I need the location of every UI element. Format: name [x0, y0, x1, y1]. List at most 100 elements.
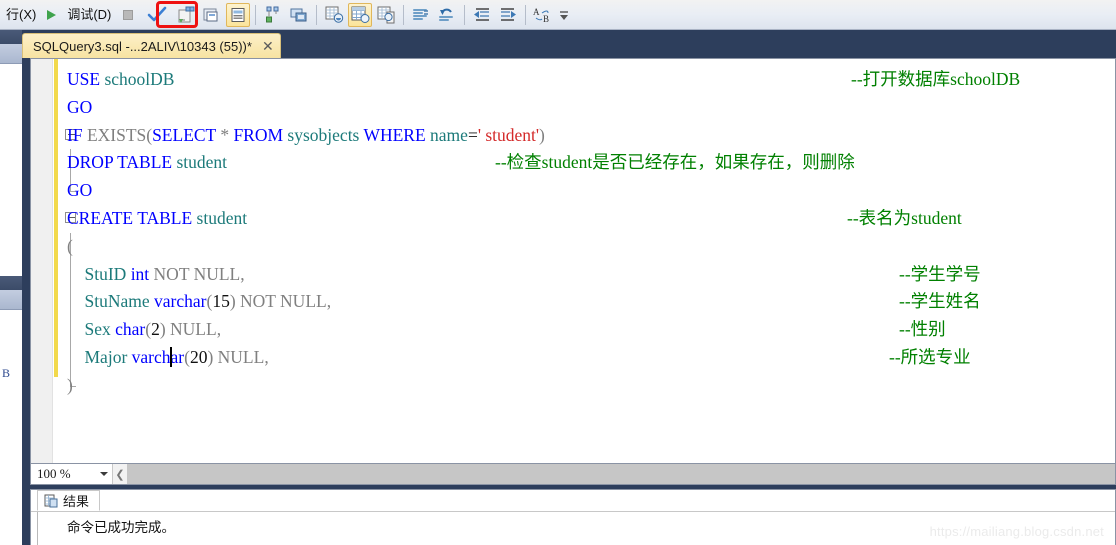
- left-dock-strip: B: [0, 30, 22, 545]
- code-line[interactable]: (: [61, 232, 1111, 261]
- code-line-text: Major varchar(20) NULL,: [84, 346, 269, 367]
- display-estimated-plan-icon[interactable]: [174, 3, 198, 27]
- code-line[interactable]: GO: [61, 177, 1111, 205]
- actual-plan-icon: [266, 6, 279, 22]
- code-line-text: GO: [67, 96, 93, 117]
- document-tab-title: SQLQuery3.sql -...2ALIV\10343 (55))*: [33, 38, 252, 54]
- left-strip-letter: B: [2, 366, 11, 380]
- plan-diagram-icon: [178, 6, 195, 23]
- results-to-text-2-icon[interactable]: [322, 3, 346, 27]
- include-client-stats-icon[interactable]: [287, 3, 311, 27]
- check-mark-icon: [148, 6, 167, 21]
- dock-tab-bottom[interactable]: [0, 290, 22, 310]
- editor-indicator-margin: [31, 59, 53, 463]
- chevron-down-icon: [100, 472, 108, 476]
- uncomment-lines-glyph-icon: [439, 8, 454, 21]
- code-line[interactable]: Sex char(2) NULL, --性别: [61, 316, 1111, 344]
- horizontal-scrollbar[interactable]: [127, 464, 1115, 484]
- stop-square-icon: [123, 9, 134, 20]
- editor-window: SQLQuery3.sql -...2ALIV\10343 (55))* ✕ U…: [22, 30, 1116, 545]
- comment-lines-glyph-icon: [413, 8, 429, 20]
- code-line[interactable]: Major varchar(20) NULL, --所选专业: [61, 343, 1111, 372]
- query-options-icon[interactable]: [200, 3, 224, 27]
- sql-code-lines: USE schoolDB --打开数据库schoolDB GO IF EXISTS(S…: [61, 66, 1111, 400]
- code-line-text: ): [67, 374, 73, 395]
- code-line[interactable]: IF EXISTS(SELECT * FROM sysobjects WHERE…: [61, 122, 1111, 150]
- toolbar-separator: [255, 4, 257, 25]
- play-triangle-icon: [47, 9, 57, 20]
- tab-results[interactable]: 结果: [37, 490, 101, 511]
- parse-check-icon[interactable]: [142, 3, 172, 27]
- ssms-window: 行(X) 调试(D) A B B SQLQuery3.sql -...2ALIV…: [0, 0, 1116, 545]
- code-line[interactable]: CREATE TABLE student --表名为student: [61, 205, 1111, 233]
- svg-text:A: A: [533, 7, 540, 17]
- sort-icon[interactable]: A B: [531, 3, 555, 27]
- code-line-text: DROP TABLE student: [67, 152, 228, 173]
- sql-code-editor[interactable]: USE schoolDB --打开数据库schoolDB GO IF EXISTS(S…: [30, 58, 1116, 463]
- scroll-left-arrow-icon[interactable]: ❮: [113, 468, 127, 481]
- stop-icon[interactable]: [116, 3, 140, 27]
- zoom-level-value: 100 %: [37, 466, 71, 481]
- code-line-text: StuID int NOT NULL,: [84, 263, 245, 284]
- results-to-file-icon[interactable]: [374, 3, 398, 27]
- toolbar-separator: [403, 4, 405, 25]
- results-grid-icon: [44, 494, 58, 507]
- editor-zoom-bar: 100 % ❮: [30, 463, 1116, 485]
- code-comment: --性别: [899, 319, 946, 340]
- dock-tab-header-top[interactable]: [0, 30, 22, 44]
- include-actual-plan-icon[interactable]: [261, 3, 285, 27]
- increase-indent-icon[interactable]: [496, 3, 520, 27]
- code-line-text: GO: [67, 180, 93, 201]
- code-line-text: IF EXISTS(SELECT * FROM sysobjects WHERE…: [67, 124, 545, 145]
- document-tab-sqlquery3[interactable]: SQLQuery3.sql -...2ALIV\10343 (55))* ✕: [22, 33, 281, 58]
- editor-change-bar: [54, 59, 58, 377]
- code-line[interactable]: ): [61, 371, 1111, 400]
- code-comment: --学生学号: [899, 263, 981, 284]
- sort-ab-glyph-icon: A B: [533, 7, 549, 23]
- dock-tab-header-bottom[interactable]: [0, 276, 22, 290]
- code-line-text: (: [67, 235, 73, 256]
- toolbar-separator: [525, 4, 527, 25]
- grid-sheet-icon: [351, 6, 370, 23]
- code-line-text: USE schoolDB: [67, 69, 175, 89]
- code-comment: --打开数据库schoolDB: [851, 69, 1021, 89]
- menu-run[interactable]: 行(X): [2, 1, 40, 29]
- code-comment: --所选专业: [889, 346, 971, 367]
- grid-text-icon: [325, 6, 344, 23]
- text-sheet-icon: [231, 7, 245, 22]
- indent-glyph-icon: [501, 7, 517, 21]
- results-tabstrip: 结果: [31, 490, 1115, 512]
- code-comment: --学生姓名: [899, 291, 981, 312]
- code-line-text: Sex char(2) NULL,: [84, 319, 222, 340]
- menu-debug[interactable]: 调试(D): [63, 1, 115, 29]
- run-play-icon[interactable]: [40, 9, 63, 21]
- dock-tab-top[interactable]: [0, 44, 22, 64]
- code-line[interactable]: StuID int NOT NULL, --学生学号: [61, 260, 1111, 289]
- code-comment: --检查student是否已经存在，如果存在，则删除: [495, 152, 855, 173]
- results-to-text-icon[interactable]: [226, 2, 251, 27]
- decrease-indent-icon[interactable]: [470, 3, 494, 27]
- code-line[interactable]: DROP TABLE student --检查student是否已经存在，如果存在…: [61, 149, 1111, 178]
- uncomment-lines-icon[interactable]: [435, 3, 459, 27]
- tab-results-label: 结果: [63, 494, 90, 509]
- comment-lines-icon[interactable]: [409, 3, 433, 27]
- file-results-icon: [377, 6, 395, 23]
- zoom-level-dropdown[interactable]: 100 %: [31, 464, 113, 484]
- text-caret: [170, 346, 172, 367]
- document-tabstrip: SQLQuery3.sql -...2ALIV\10343 (55))* ✕: [22, 30, 1116, 58]
- close-icon[interactable]: ✕: [262, 39, 274, 53]
- toolbar-overflow-icon[interactable]: [557, 3, 571, 27]
- results-to-grid-icon[interactable]: [348, 2, 373, 27]
- results-gutter: [37, 512, 38, 545]
- code-line-text: StuName varchar(15) NOT NULL,: [84, 291, 332, 312]
- watermark: https://mailiang.blog.csdn.net: [929, 524, 1104, 539]
- toolbar: 行(X) 调试(D) A B: [0, 0, 1116, 30]
- overflow-chevron-icon: [560, 10, 569, 20]
- toolbar-separator: [464, 4, 466, 25]
- client-stats-icon: [290, 8, 307, 21]
- code-line[interactable]: GO: [61, 94, 1111, 122]
- window-options-icon: [203, 8, 218, 21]
- code-line[interactable]: StuName varchar(15) NOT NULL, --学生姓名: [61, 288, 1111, 317]
- code-line[interactable]: USE schoolDB --打开数据库schoolDB: [61, 66, 1111, 94]
- code-comment: --表名为student: [847, 207, 962, 228]
